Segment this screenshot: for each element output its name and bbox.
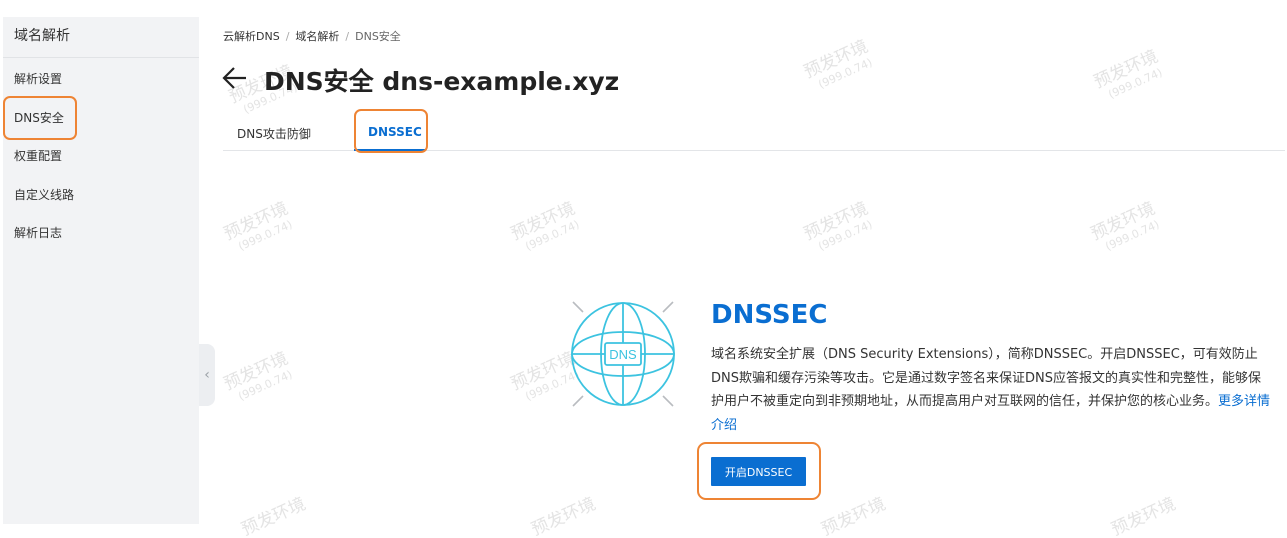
- watermark: 预发环境 (999.0.74): [800, 36, 875, 91]
- highlight-box-sidebar: [3, 96, 77, 140]
- sidebar-item-weight-config[interactable]: 权重配置: [14, 147, 62, 164]
- sidebar-title: 域名解析: [3, 17, 199, 58]
- breadcrumb-item-domain-resolution[interactable]: 域名解析: [295, 30, 339, 43]
- globe-dns-icon: DNS: [565, 298, 681, 412]
- page-title: DNS安全 dns-example.xyz: [264, 67, 620, 96]
- watermark: 预发环境: [818, 494, 889, 538]
- breadcrumb: 云解析DNS / 域名解析 / DNS安全: [223, 28, 401, 44]
- watermark: 预发环境: [238, 494, 309, 538]
- watermark: 预发环境: [1108, 494, 1179, 538]
- watermark: 预发环境: [528, 494, 599, 538]
- watermark: 预发环境 (999.0.74): [1090, 46, 1165, 101]
- sidebar-collapse-handle[interactable]: ‹: [199, 344, 215, 406]
- app-root: 预发环境 (999.0.74) 预发环境 (999.0.74) 预发环境 (999.0…: [0, 0, 1287, 538]
- sidebar-item-resolution-log[interactable]: 解析日志: [14, 224, 62, 241]
- sidebar: 域名解析 解析设置 DNS安全 权重配置 自定义线路 解析日志: [3, 17, 199, 524]
- arrow-left-icon: [222, 67, 246, 89]
- breadcrumb-separator: /: [345, 30, 350, 43]
- watermark: 预发环境 (999.0.74): [1087, 198, 1162, 253]
- highlight-box-button: [697, 442, 821, 500]
- back-button[interactable]: [222, 64, 248, 92]
- watermark: 预发环境 (999.0.74): [220, 198, 295, 253]
- watermark: 预发环境 (999.0.74): [507, 198, 582, 253]
- breadcrumb-item-current: DNS安全: [355, 30, 401, 43]
- hero-description: 域名系统安全扩展（DNS Security Extensions），简称DNSS…: [711, 343, 1271, 437]
- hero-title: DNSSEC: [711, 300, 828, 330]
- watermark: 预发环境 (999.0.74): [800, 198, 875, 253]
- tab-dns-attack-defense[interactable]: DNS攻击防御: [237, 125, 311, 142]
- breadcrumb-separator: /: [285, 30, 290, 43]
- watermark: 预发环境 (999.0.74): [220, 348, 295, 403]
- highlight-box-tab: [354, 109, 428, 153]
- sidebar-item-resolution-settings[interactable]: 解析设置: [14, 70, 62, 87]
- hero-description-text: 域名系统安全扩展（DNS Security Extensions），简称DNSS…: [711, 347, 1261, 409]
- chevron-left-icon: ‹: [204, 367, 210, 383]
- globe-label: DNS: [609, 347, 637, 362]
- sidebar-item-custom-line[interactable]: 自定义线路: [14, 186, 74, 203]
- breadcrumb-item-cloud-dns[interactable]: 云解析DNS: [223, 30, 280, 43]
